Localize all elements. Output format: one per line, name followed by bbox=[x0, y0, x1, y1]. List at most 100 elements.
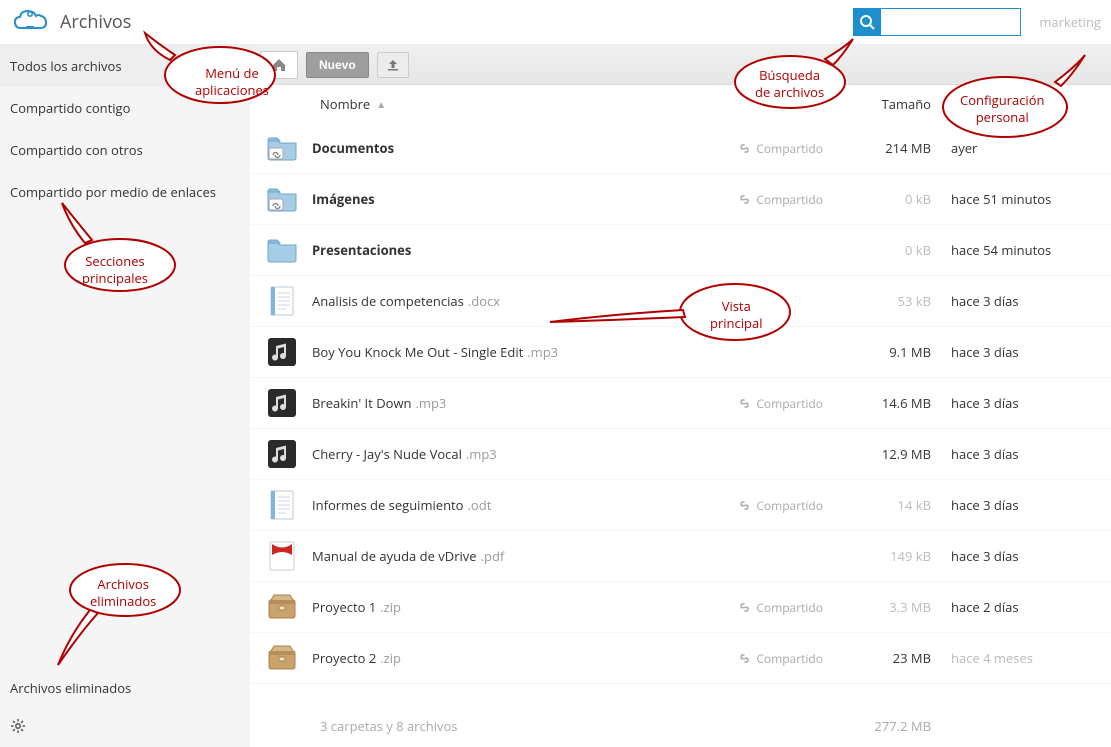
summary-row: 3 carpetas y 8 archivos 277.2 MB bbox=[250, 705, 1111, 747]
sidebar-item-all[interactable]: Todos los archivos bbox=[0, 45, 250, 87]
file-size: 214 MB bbox=[841, 139, 951, 157]
file-modified: hace 2 días bbox=[951, 598, 1111, 616]
file-modified: hace 3 días bbox=[951, 547, 1111, 565]
file-row[interactable]: Imágenes Compartido 0 kBhace 51 minutos bbox=[250, 174, 1111, 225]
doc-icon bbox=[266, 285, 298, 317]
shared-label: Compartido bbox=[756, 395, 823, 412]
main-area: Nuevo Nombre ▲ Tamaño Documentos Comparti… bbox=[250, 45, 1111, 747]
folder-icon bbox=[266, 234, 298, 266]
file-name[interactable]: Proyecto 1 bbox=[312, 598, 376, 616]
shared-badge[interactable]: Compartido bbox=[738, 497, 823, 514]
sidebar-item-label: Todos los archivos bbox=[10, 57, 122, 75]
file-size: 53 kB bbox=[841, 292, 951, 310]
file-name[interactable]: Cherry - Jay's Nude Vocal bbox=[312, 445, 462, 463]
file-modified: hace 3 días bbox=[951, 343, 1111, 361]
shared-badge[interactable]: Compartido bbox=[738, 191, 823, 208]
file-row[interactable]: Presentaciones0 kBhace 54 minutos bbox=[250, 225, 1111, 276]
file-size: 14 kB bbox=[841, 496, 951, 514]
file-row[interactable]: Proyecto 2.zip Compartido 23 MBhace 4 mese… bbox=[250, 633, 1111, 684]
file-name-cell: Breakin' It Down.mp3Compartido bbox=[312, 394, 841, 412]
file-name[interactable]: Analisis de competencias bbox=[312, 292, 464, 310]
sidebar-item-label: Compartido por medio de enlaces bbox=[10, 183, 216, 201]
file-name-cell: Proyecto 1.zipCompartido bbox=[312, 598, 841, 616]
breadcrumb-home[interactable] bbox=[260, 51, 298, 79]
file-size: 3.3 MB bbox=[841, 598, 951, 616]
file-name[interactable]: Breakin' It Down bbox=[312, 394, 412, 412]
file-name[interactable]: Boy You Knock Me Out - Single Edit bbox=[312, 343, 523, 361]
file-extension: .pdf bbox=[481, 547, 505, 565]
file-name[interactable]: Documentos bbox=[312, 139, 394, 157]
music-icon bbox=[266, 438, 298, 470]
music-icon bbox=[266, 336, 298, 368]
file-name-cell: Proyecto 2.zip Compartido bbox=[312, 649, 841, 667]
header: Archivos marketing bbox=[0, 0, 1111, 45]
file-name[interactable]: Proyecto 2 bbox=[312, 649, 376, 667]
file-name-cell: Informes de seguimiento.odtCompartido bbox=[312, 496, 841, 514]
file-modified: hace 51 minutos bbox=[951, 190, 1111, 208]
user-menu[interactable]: marketing bbox=[1039, 13, 1101, 31]
zip-icon bbox=[266, 642, 298, 674]
file-row[interactable]: Manual de ayuda de vDrive.pdf149 kBhace … bbox=[250, 531, 1111, 582]
file-size: 23 MB bbox=[841, 649, 951, 667]
file-row[interactable]: Boy You Knock Me Out - Single Edit.mp39.… bbox=[250, 327, 1111, 378]
column-size[interactable]: Tamaño bbox=[841, 95, 951, 113]
file-extension: .docx bbox=[468, 292, 500, 310]
file-row[interactable]: Cherry - Jay's Nude Vocal.mp312.9 MBhace… bbox=[250, 429, 1111, 480]
file-name-cell: Imágenes Compartido bbox=[312, 190, 841, 208]
file-modified: hace 3 días bbox=[951, 496, 1111, 514]
file-name-cell: Cherry - Jay's Nude Vocal.mp3 bbox=[312, 445, 841, 463]
folder-link-icon bbox=[266, 183, 298, 215]
shared-label: Compartido bbox=[756, 599, 823, 616]
file-size: 12.9 MB bbox=[841, 445, 951, 463]
file-extension: .zip bbox=[380, 649, 401, 667]
new-button[interactable]: Nuevo bbox=[306, 52, 369, 78]
shared-label: Compartido bbox=[756, 497, 823, 514]
sidebar-item-label: Compartido con otros bbox=[10, 141, 143, 159]
sidebar-item-shared-links[interactable]: Compartido por medio de enlaces bbox=[0, 171, 250, 213]
file-modified: ayer bbox=[951, 139, 1111, 157]
column-headers: Nombre ▲ Tamaño bbox=[250, 85, 1111, 123]
file-name-cell: Documentos Compartido bbox=[312, 139, 841, 157]
file-name[interactable]: Manual de ayuda de vDrive bbox=[312, 547, 477, 565]
file-row[interactable]: Breakin' It Down.mp3Compartido14.6 MBhac… bbox=[250, 378, 1111, 429]
upload-button[interactable] bbox=[377, 52, 409, 78]
shared-badge[interactable]: Compartido bbox=[738, 650, 823, 667]
sidebar-item-shared-with-you[interactable]: Compartido contigo bbox=[0, 87, 250, 129]
file-row[interactable]: Analisis de competencias.docx53 kBhace 3… bbox=[250, 276, 1111, 327]
file-name-cell: Presentaciones bbox=[312, 241, 841, 259]
shared-label: Compartido bbox=[756, 191, 823, 208]
music-icon bbox=[266, 387, 298, 419]
file-modified: hace 4 meses bbox=[951, 649, 1111, 667]
file-size: 0 kB bbox=[841, 190, 951, 208]
app-logo[interactable] bbox=[10, 2, 50, 42]
summary-count: 3 carpetas y 8 archivos bbox=[320, 717, 841, 735]
sidebar-item-label: Archivos eliminados bbox=[10, 679, 131, 697]
settings-gear-icon[interactable] bbox=[0, 709, 250, 747]
file-modified: hace 3 días bbox=[951, 445, 1111, 463]
search-button[interactable] bbox=[853, 8, 881, 36]
summary-size: 277.2 MB bbox=[841, 717, 951, 735]
file-list: Documentos Compartido 214 MBayer Imágenes Co… bbox=[250, 123, 1111, 705]
file-row[interactable]: Informes de seguimiento.odtCompartido14 … bbox=[250, 480, 1111, 531]
shared-badge[interactable]: Compartido bbox=[738, 395, 823, 412]
search-input[interactable] bbox=[881, 8, 1021, 36]
sidebar-item-shared-with-others[interactable]: Compartido con otros bbox=[0, 129, 250, 171]
file-size: 14.6 MB bbox=[841, 394, 951, 412]
file-name[interactable]: Informes de seguimiento bbox=[312, 496, 464, 514]
toolbar: Nuevo bbox=[250, 45, 1111, 85]
column-size-label: Tamaño bbox=[882, 95, 931, 113]
file-name-cell: Analisis de competencias.docx bbox=[312, 292, 841, 310]
shared-badge[interactable]: Compartido bbox=[738, 599, 823, 616]
sidebar-item-trash[interactable]: Archivos eliminados bbox=[0, 667, 250, 709]
file-name[interactable]: Presentaciones bbox=[312, 241, 411, 259]
shared-badge[interactable]: Compartido bbox=[738, 140, 823, 157]
column-name[interactable]: Nombre ▲ bbox=[320, 95, 841, 113]
app-title[interactable]: Archivos bbox=[60, 10, 131, 34]
file-name[interactable]: Imágenes bbox=[312, 190, 375, 208]
file-modified: hace 3 días bbox=[951, 394, 1111, 412]
file-row[interactable]: Proyecto 1.zipCompartido3.3 MBhace 2 día… bbox=[250, 582, 1111, 633]
doc-icon bbox=[266, 489, 298, 521]
shared-label: Compartido bbox=[756, 650, 823, 667]
file-row[interactable]: Documentos Compartido 214 MBayer bbox=[250, 123, 1111, 174]
sidebar: Todos los archivos Compartido contigo Co… bbox=[0, 45, 250, 747]
